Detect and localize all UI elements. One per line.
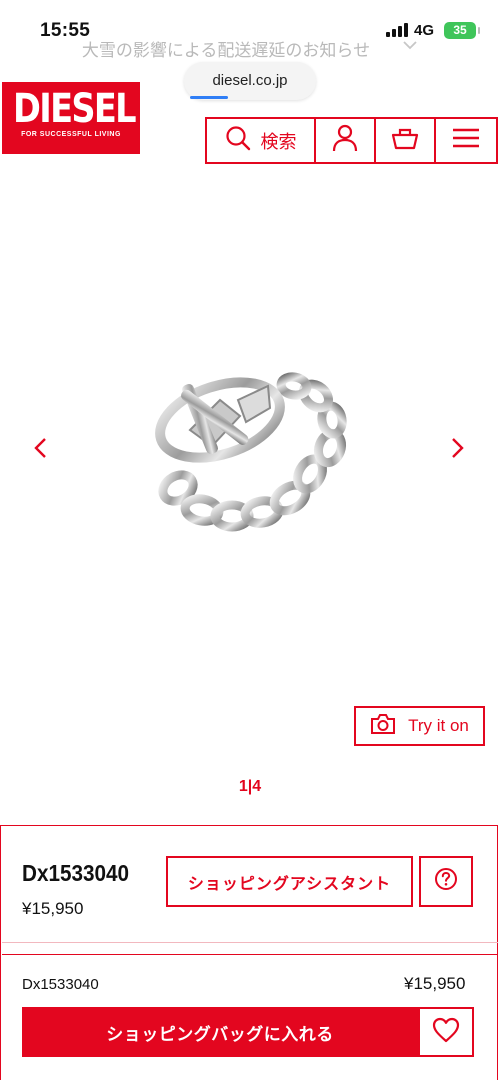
page-load-progress: [190, 96, 228, 99]
product-name: Dx1533040: [22, 860, 130, 886]
help-button[interactable]: [419, 856, 473, 907]
divider: [2, 942, 498, 943]
search-icon: [225, 125, 251, 156]
heart-icon: [432, 1017, 460, 1048]
gallery-prev-button[interactable]: [22, 432, 58, 468]
chevron-left-icon: [33, 437, 47, 464]
chevron-down-icon: [402, 38, 418, 53]
signal-icon: [386, 23, 408, 37]
add-to-bag-button[interactable]: ショッピングバッグに入れる: [22, 1007, 418, 1057]
sticky-product-price: ¥15,950: [404, 974, 466, 993]
logo-wordmark: DIESEL: [13, 86, 137, 132]
gallery-pager: 1|4: [238, 778, 262, 795]
add-to-bag-label: ショッピングバッグに入れる: [106, 1024, 334, 1044]
announcement-text: 大雪の影響による配送遅延のお知らせ: [81, 41, 371, 60]
url-text: diesel.co.jp: [212, 72, 288, 89]
diesel-logo[interactable]: DIESEL FOR SUCCESSFUL LIVING: [2, 82, 140, 154]
search-label: 検索: [260, 131, 297, 152]
cart-button[interactable]: [376, 119, 437, 162]
header-nav: 検索: [205, 117, 498, 164]
shopping-assistant-label: ショッピングアシスタント: [187, 875, 392, 893]
shopping-assistant-button[interactable]: ショッピングアシスタント: [166, 856, 413, 907]
product-image[interactable]: [150, 360, 350, 540]
gallery-next-button[interactable]: [440, 432, 476, 468]
help-icon: [434, 867, 458, 896]
wishlist-button[interactable]: [418, 1007, 474, 1057]
try-it-on-label: Try it on: [408, 716, 469, 735]
camera-icon: [370, 713, 396, 740]
cart-icon: [391, 126, 419, 155]
product-price: ¥15,950: [22, 899, 84, 918]
sticky-product-name: Dx1533040: [22, 976, 99, 993]
search-button[interactable]: 検索: [207, 119, 317, 162]
menu-button[interactable]: [436, 119, 496, 162]
sticky-bar-divider: [2, 954, 498, 955]
announcement-banner[interactable]: 大雪の影響による配送遅延のお知らせ: [0, 36, 500, 64]
chevron-right-icon: [451, 437, 465, 464]
try-it-on-button[interactable]: Try it on: [354, 706, 485, 746]
account-button[interactable]: [316, 119, 377, 162]
url-bar[interactable]: diesel.co.jp: [184, 62, 316, 100]
menu-icon: [452, 127, 480, 154]
battery-level: 35: [453, 23, 467, 37]
account-icon: [332, 124, 358, 157]
